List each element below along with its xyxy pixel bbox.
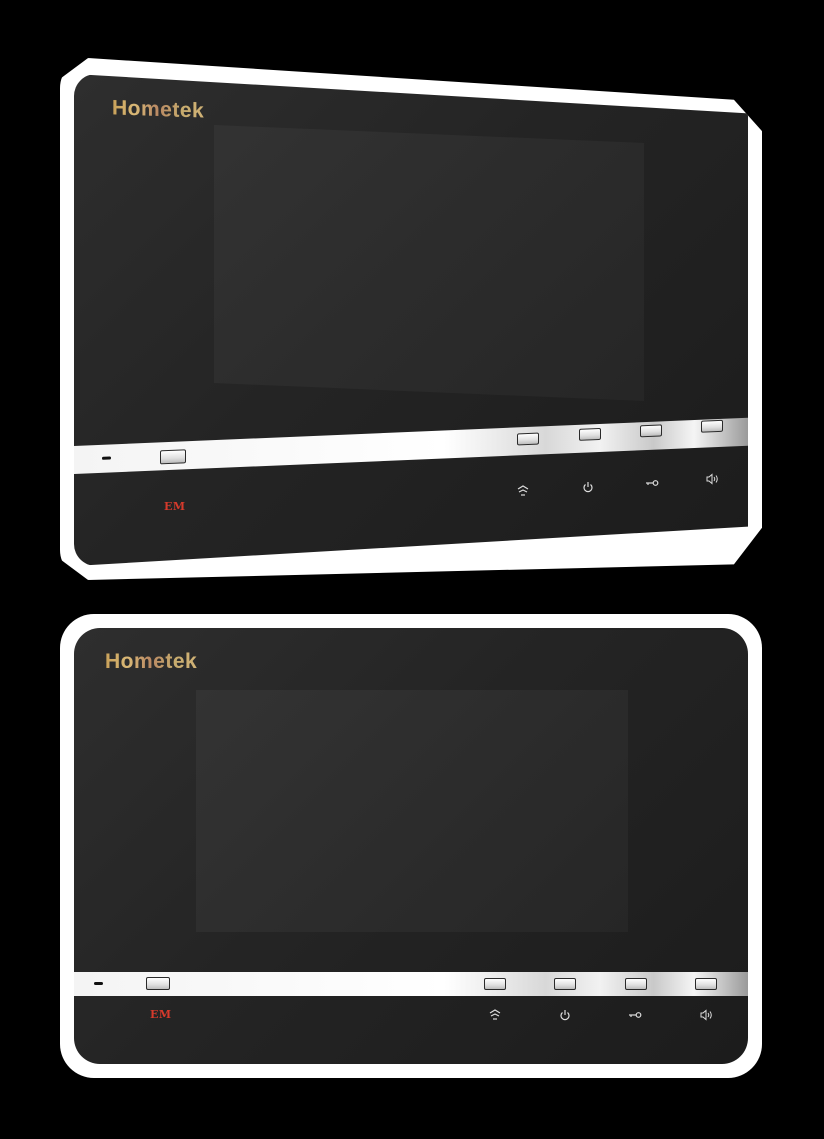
monitor-button[interactable] xyxy=(517,432,539,446)
talk-button[interactable] xyxy=(695,978,717,990)
unlock-button[interactable] xyxy=(640,424,662,438)
power-icon xyxy=(580,480,596,494)
display-screen xyxy=(196,690,628,932)
monitor-icon xyxy=(487,1008,503,1022)
button-strip xyxy=(74,417,748,474)
microphone-hole xyxy=(94,982,103,985)
em-button[interactable] xyxy=(160,449,186,465)
monitor-face: Hometek EM xyxy=(74,628,748,1064)
speaker-icon xyxy=(704,472,720,486)
brand-logo: Hometek xyxy=(112,96,205,123)
monitor-icon xyxy=(515,484,531,498)
talk-button[interactable] xyxy=(701,419,723,433)
button-strip xyxy=(74,972,748,996)
key-icon xyxy=(644,476,660,490)
em-label: EM xyxy=(164,500,186,513)
power-button[interactable] xyxy=(579,427,601,441)
speaker-icon xyxy=(698,1008,714,1022)
display-screen xyxy=(214,124,644,402)
em-button[interactable] xyxy=(146,977,170,990)
brand-logo: Hometek xyxy=(105,650,198,673)
monitor-face: Hometek EM xyxy=(74,74,748,566)
power-icon xyxy=(557,1008,573,1022)
key-icon xyxy=(627,1008,643,1022)
em-label: EM xyxy=(150,1008,172,1021)
unlock-button[interactable] xyxy=(625,978,647,990)
microphone-hole xyxy=(102,456,111,460)
power-button[interactable] xyxy=(554,978,576,990)
intercom-monitor-angled: Hometek EM xyxy=(60,58,762,580)
monitor-button[interactable] xyxy=(484,978,506,990)
intercom-monitor-front: Hometek EM xyxy=(60,614,762,1078)
product-stage: Hometek EM Hometek EM xyxy=(0,0,824,1139)
